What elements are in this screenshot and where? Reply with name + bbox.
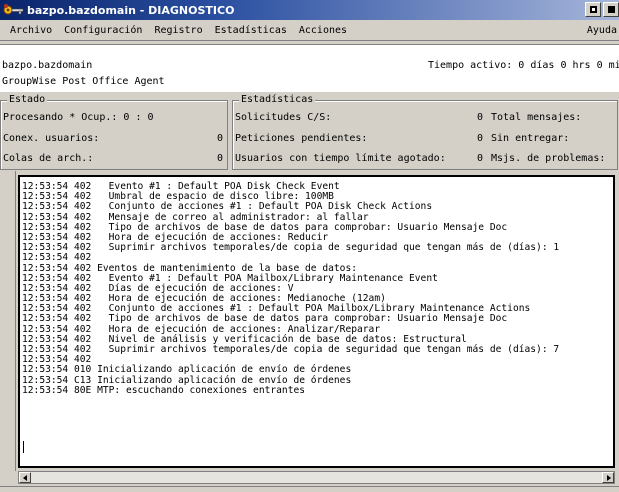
log-line: 12:53:54 402 Suprimir archivos temporale… bbox=[22, 242, 560, 254]
log-textarea[interactable]: 12:53:54 402 Evento #1 : Default POA Dis… bbox=[18, 175, 615, 468]
horizontal-scrollbar[interactable] bbox=[18, 471, 615, 484]
server-name: bazpo.bazdomain bbox=[2, 60, 93, 71]
log-line: 12:53:54 402 bbox=[22, 252, 92, 264]
menu-bar: Archivo Configuración Registro Estadísti… bbox=[0, 21, 619, 41]
left-strip bbox=[0, 171, 16, 471]
info-panel: bazpo.bazdomain GroupWise Post Office Ag… bbox=[0, 44, 619, 92]
stat-label-2: Sin entregar: bbox=[491, 133, 570, 144]
log-line: 12:53:54 80E MTP: escuchando conexiones … bbox=[22, 384, 306, 396]
stat-value: 0 bbox=[476, 112, 483, 123]
stat-row-peticiones: Peticiones pendientes: 0 Sin entregar: bbox=[235, 130, 617, 148]
estado-label: Procesando * Ocup.: 0 : 0 bbox=[3, 112, 154, 123]
stat-value: 0 bbox=[476, 133, 483, 144]
stat-label: Peticiones pendientes: bbox=[235, 133, 368, 144]
arrow-right-icon bbox=[607, 475, 611, 481]
menu-configuracion[interactable]: Configuración bbox=[58, 25, 148, 36]
estadisticas-title: Estadísticas bbox=[239, 94, 316, 105]
stat-label-2: Msjs. de problemas: bbox=[491, 153, 606, 164]
stat-value: 0 bbox=[476, 153, 483, 164]
title-bar[interactable]: bazpo.bazdomain - DIAGNOSTICO bbox=[0, 0, 619, 20]
minimize-button[interactable] bbox=[585, 2, 601, 17]
estado-row-colas: Colas de arch.: 0 bbox=[3, 150, 223, 168]
maximize-button[interactable] bbox=[603, 2, 619, 17]
arrow-left-icon bbox=[23, 475, 27, 481]
agent-name: GroupWise Post Office Agent bbox=[2, 76, 165, 87]
scroll-right-button[interactable] bbox=[602, 472, 614, 483]
menu-ayuda[interactable]: Ayuda bbox=[587, 25, 617, 36]
estadisticas-group: Estadísticas Solicitudes C/S: 0 Total me… bbox=[232, 94, 618, 170]
minimize-icon bbox=[590, 6, 597, 13]
estado-label: Colas de arch.: bbox=[3, 153, 94, 164]
log-line: 12:53:54 402 Suprimir archivos temporale… bbox=[22, 344, 560, 355]
maximize-icon bbox=[608, 6, 615, 13]
groupwise-key-icon[interactable] bbox=[3, 3, 25, 17]
uptime-label: Tiempo activo: 0 días 0 hrs 0 min bbox=[428, 60, 619, 71]
estado-value: 0 bbox=[216, 133, 223, 144]
estado-title: Estado bbox=[7, 94, 48, 105]
stat-row-usuarios: Usuarios con tiempo límite agotado: 0 Ms… bbox=[235, 150, 617, 168]
estado-group: Estado Procesando * Ocup.: 0 : 0 Conex. … bbox=[0, 94, 228, 170]
estado-row-conex: Conex. usuarios: 0 bbox=[3, 130, 223, 148]
text-cursor bbox=[23, 441, 24, 453]
status-bar bbox=[0, 486, 619, 492]
stat-label-2: Total mensajes: bbox=[491, 112, 582, 123]
window-title: bazpo.bazdomain - DIAGNOSTICO bbox=[27, 3, 235, 17]
estado-label: Conex. usuarios: bbox=[3, 133, 100, 144]
menu-archivo[interactable]: Archivo bbox=[0, 25, 58, 36]
estado-value: 0 bbox=[216, 153, 223, 164]
scroll-left-button[interactable] bbox=[19, 472, 31, 483]
menu-acciones[interactable]: Acciones bbox=[293, 25, 353, 36]
estado-row-procesando: Procesando * Ocup.: 0 : 0 bbox=[3, 109, 223, 127]
menu-estadisticas[interactable]: Estadísticas bbox=[209, 25, 293, 36]
stat-label: Solicitudes C/S: bbox=[235, 112, 332, 123]
menu-registro[interactable]: Registro bbox=[148, 25, 208, 36]
stat-row-solicitudes: Solicitudes C/S: 0 Total mensajes: bbox=[235, 109, 617, 127]
stat-label: Usuarios con tiempo límite agotado: bbox=[235, 153, 446, 164]
